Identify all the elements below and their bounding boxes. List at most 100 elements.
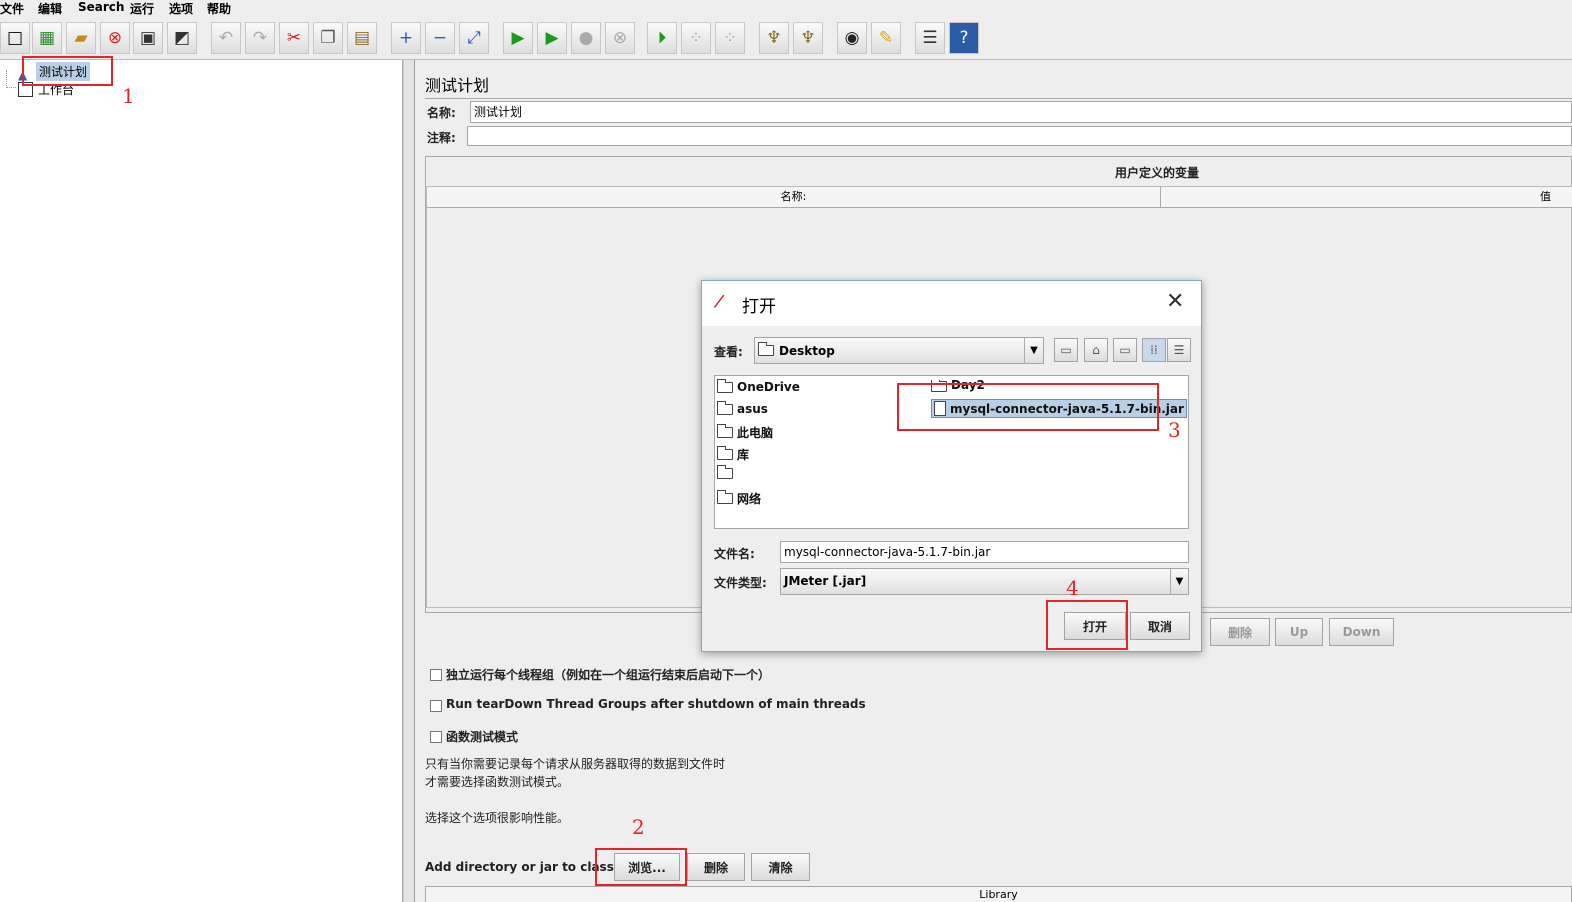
- clear-icon[interactable]: ♆: [759, 22, 789, 54]
- start-icon[interactable]: ▶: [503, 22, 533, 54]
- classpath-clear-button[interactable]: 清除: [751, 853, 810, 881]
- details-view-icon[interactable]: ☰: [1167, 338, 1191, 362]
- functional-mode-label: 函数测试模式: [446, 730, 519, 744]
- search-icon[interactable]: ◉: [837, 22, 867, 54]
- library-table-header[interactable]: Library: [425, 886, 1572, 902]
- help-text-line-2: 才需要选择函数测试模式。: [425, 775, 570, 789]
- split-pane-divider[interactable]: [403, 60, 415, 902]
- menu-bar: 文件 编辑 Search 运行 选项 帮助: [0, 0, 1572, 18]
- annotation-box-2: [595, 848, 687, 886]
- menu-edit[interactable]: 编辑: [38, 0, 62, 17]
- annotation-box-3: [897, 383, 1159, 431]
- name-label: 名称:: [427, 106, 456, 120]
- filename-field[interactable]: mysql-connector-java-5.1.7-bin.jar: [780, 541, 1189, 563]
- paste-icon[interactable]: ▤: [347, 22, 377, 54]
- jmeter-feather-icon: /: [712, 290, 726, 313]
- folder-icon: [717, 424, 733, 438]
- chevron-down-icon[interactable]: ▼: [1170, 569, 1188, 594]
- list-item[interactable]: 库: [717, 446, 749, 463]
- shutdown-icon[interactable]: ⊗: [605, 22, 635, 54]
- remote-shutdown-icon[interactable]: ⁘: [715, 22, 745, 54]
- reset-search-icon[interactable]: ✎: [871, 22, 901, 54]
- annotation-box-1: [22, 56, 113, 86]
- page-title: 测试计划: [425, 76, 490, 95]
- filename-label: 文件名:: [714, 547, 755, 561]
- name-field[interactable]: 测试计划: [470, 101, 1572, 123]
- template-icon[interactable]: ▦: [32, 22, 62, 54]
- close-icon[interactable]: ✕: [1166, 289, 1184, 314]
- vars-delete-button[interactable]: 删除: [1210, 618, 1270, 646]
- classpath-delete-button[interactable]: 删除: [687, 853, 745, 881]
- menu-run[interactable]: 运行: [130, 0, 154, 17]
- functional-mode-checkbox[interactable]: [430, 731, 442, 743]
- toggle-icon[interactable]: ⤢: [459, 22, 489, 54]
- save-icon[interactable]: ▣: [133, 22, 163, 54]
- annotation-number-1: 1: [122, 84, 135, 108]
- lookin-select[interactable]: Desktop: [754, 337, 1044, 364]
- lookin-value: Desktop: [779, 343, 835, 358]
- annotation-number-4: 4: [1066, 576, 1079, 600]
- cancel-button[interactable]: 取消: [1130, 612, 1190, 640]
- user-vars-title: 用户定义的变量: [1115, 166, 1200, 180]
- folder-icon: [717, 446, 733, 460]
- folder-icon: [758, 342, 774, 356]
- toolbar: □ ▦ ▰ ⊗ ▣ ◩ ↶ ↷ ✂ ❐ ▤ + − ⤢ ▶ ▶ ● ⊗ ⏵ ⁘ …: [0, 18, 1572, 60]
- help-text-line-3: 选择这个选项很影响性能。: [425, 811, 570, 825]
- stop-icon[interactable]: ●: [571, 22, 601, 54]
- teardown-checkbox[interactable]: [430, 700, 442, 712]
- remote-start-icon[interactable]: ⏵: [647, 22, 677, 54]
- redo-icon[interactable]: ↷: [245, 22, 275, 54]
- up-folder-icon[interactable]: ▭: [1054, 338, 1078, 362]
- divider: [425, 98, 1572, 99]
- home-icon[interactable]: ⌂: [1084, 338, 1108, 362]
- table-header-name[interactable]: 名称:: [427, 187, 1161, 208]
- annotation-box-4: [1046, 600, 1128, 650]
- vars-down-button[interactable]: Down: [1329, 618, 1394, 646]
- close-icon[interactable]: ⊗: [100, 22, 130, 54]
- annotation-number-3: 3: [1168, 418, 1181, 442]
- clear-all-icon[interactable]: ♆: [793, 22, 823, 54]
- table-header-value[interactable]: 值: [1161, 187, 1572, 208]
- comment-label: 注释:: [427, 131, 456, 145]
- test-plan-tree: ▲ 测试计划 工作台: [0, 60, 403, 902]
- list-item[interactable]: 此电脑: [717, 424, 773, 441]
- serialize-threadgroups-checkbox[interactable]: [430, 669, 442, 681]
- cut-icon[interactable]: ✂: [279, 22, 309, 54]
- chevron-down-icon[interactable]: ▼: [1024, 338, 1043, 363]
- menu-file[interactable]: 文件: [0, 0, 24, 17]
- new-folder-icon[interactable]: ▭: [1113, 338, 1137, 362]
- folder-icon: [717, 465, 733, 479]
- list-item[interactable]: OneDrive: [717, 378, 800, 394]
- menu-search[interactable]: Search: [78, 0, 124, 14]
- help-icon[interactable]: ?: [949, 22, 979, 54]
- help-text-line-1: 只有当你需要记录每个请求从服务器取得的数据到文件时: [425, 757, 726, 771]
- annotation-number-2: 2: [632, 815, 645, 839]
- expand-icon[interactable]: +: [391, 22, 421, 54]
- new-icon[interactable]: □: [0, 22, 30, 54]
- dialog-title: 打开: [742, 297, 776, 317]
- undo-icon[interactable]: ↶: [211, 22, 241, 54]
- vars-up-button[interactable]: Up: [1275, 618, 1323, 646]
- list-item[interactable]: asus: [717, 400, 768, 416]
- start-no-pause-icon[interactable]: ▶: [537, 22, 567, 54]
- copy-icon[interactable]: ❐: [313, 22, 343, 54]
- function-helper-icon[interactable]: ☰: [915, 22, 945, 54]
- list-item[interactable]: 网络: [717, 490, 761, 507]
- menu-options[interactable]: 选项: [169, 0, 193, 17]
- save-as-icon[interactable]: ◩: [167, 22, 197, 54]
- folder-icon: [717, 490, 733, 504]
- menu-help[interactable]: 帮助: [207, 0, 231, 17]
- filetype-label: 文件类型:: [714, 576, 767, 590]
- teardown-label: Run tearDown Thread Groups after shutdow…: [446, 697, 866, 711]
- folder-icon: [717, 400, 733, 415]
- remote-stop-icon[interactable]: ⁘: [681, 22, 711, 54]
- collapse-icon[interactable]: −: [425, 22, 455, 54]
- folder-icon: [717, 378, 733, 393]
- comment-field[interactable]: [467, 126, 1572, 146]
- open-icon[interactable]: ▰: [66, 22, 96, 54]
- list-view-icon[interactable]: ⁞⁞: [1142, 338, 1166, 362]
- list-item[interactable]: [717, 465, 737, 479]
- lookin-label: 查看:: [714, 345, 743, 359]
- tree-connector: [6, 70, 16, 88]
- filetype-select[interactable]: JMeter [.jar]: [780, 568, 1189, 595]
